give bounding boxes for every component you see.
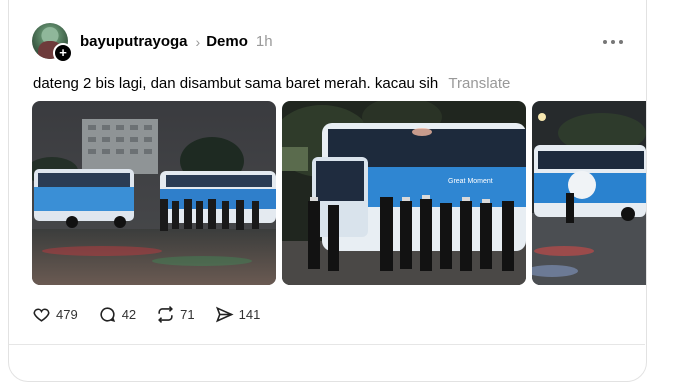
bus-caption: Great Moment <box>448 178 493 185</box>
heart-icon <box>33 308 50 322</box>
repost-button[interactable]: 71 <box>156 305 195 324</box>
post-header: bayuputrayoga › Demo 1h <box>80 33 273 50</box>
share-button[interactable]: 141 <box>215 305 261 324</box>
post-image-3[interactable] <box>532 101 646 285</box>
username[interactable]: bayuputrayoga <box>80 33 188 50</box>
more-icon[interactable] <box>603 40 623 46</box>
topic-tag[interactable]: Demo <box>206 33 248 50</box>
share-count: 141 <box>238 307 261 322</box>
translate-link[interactable]: Translate <box>448 75 510 92</box>
action-bar: 479 42 71 141 <box>32 305 280 324</box>
repost-count: 71 <box>180 307 195 322</box>
post-body: dateng 2 bis lagi, dan disambut sama bar… <box>33 75 510 92</box>
repost-icon <box>158 306 174 323</box>
post-text: dateng 2 bis lagi, dan disambut sama bar… <box>33 75 439 92</box>
post-image-1[interactable] <box>32 101 276 285</box>
like-button[interactable]: 479 <box>32 305 78 324</box>
post-divider <box>9 344 645 345</box>
add-icon[interactable]: + <box>53 43 73 63</box>
share-icon <box>215 306 234 323</box>
comment-button[interactable]: 42 <box>98 305 136 324</box>
comment-count: 42 <box>121 307 137 322</box>
comment-icon <box>100 307 115 323</box>
post-image-2[interactable]: Great Moment <box>282 101 526 285</box>
like-count: 479 <box>56 307 78 322</box>
post-time: 1h <box>255 33 273 50</box>
chevron-right-icon: › <box>195 33 201 50</box>
